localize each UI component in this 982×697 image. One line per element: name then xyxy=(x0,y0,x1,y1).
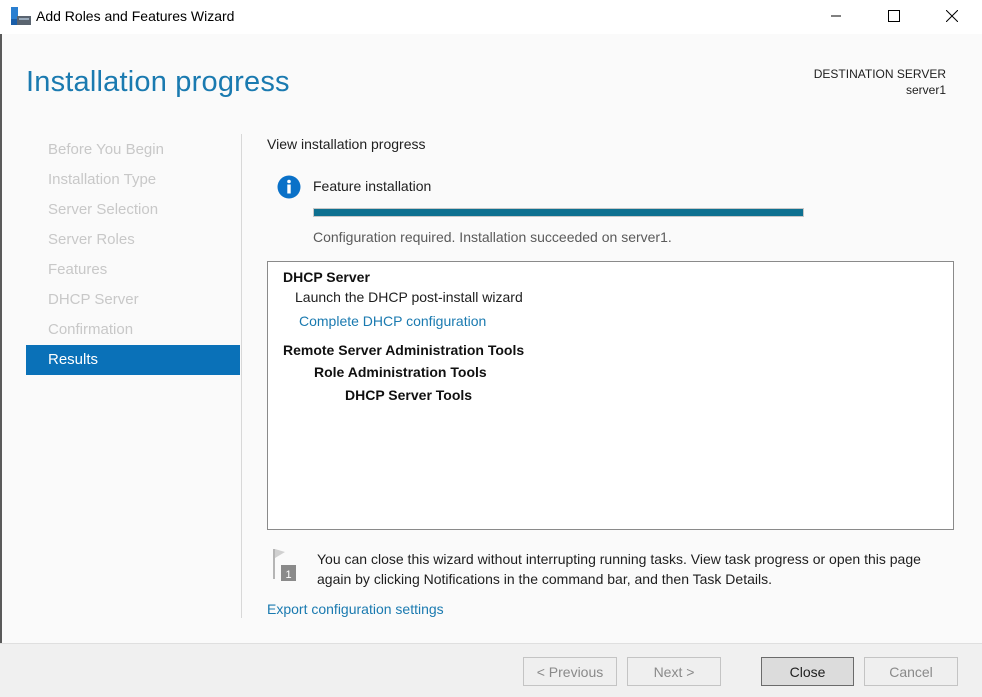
cancel-button[interactable]: Cancel xyxy=(864,657,958,686)
nav-item-installation-type: Installation Type xyxy=(48,171,157,188)
nav-item-before-you-begin: Before You Begin xyxy=(48,141,164,158)
minimize-icon xyxy=(831,15,841,17)
installation-progress-bar xyxy=(313,208,804,217)
progress-fill xyxy=(314,209,803,216)
window-edge xyxy=(0,34,2,697)
export-configuration-link[interactable]: Export configuration settings xyxy=(267,601,444,617)
results-list: DHCP Server Launch the DHCP post-install… xyxy=(267,261,954,530)
destination-server-name: server1 xyxy=(905,83,946,97)
title-bar: Add Roles and Features Wizard xyxy=(0,0,982,34)
maximize-button[interactable] xyxy=(871,0,917,32)
result-dhcp-server-tools: DHCP Server Tools xyxy=(345,387,473,403)
close-icon xyxy=(946,10,958,22)
destination-label: DESTINATION SERVER xyxy=(813,67,946,81)
info-icon xyxy=(277,175,301,199)
previous-button[interactable]: < Previous xyxy=(523,657,617,686)
nav-item-server-roles: Server Roles xyxy=(48,231,135,248)
nav-item-features: Features xyxy=(48,261,108,278)
server-manager-icon xyxy=(11,7,31,25)
next-button[interactable]: Next > xyxy=(627,657,721,686)
wizard-nav: Before You Begin Installation Type Serve… xyxy=(26,135,240,375)
close-window-button[interactable] xyxy=(929,0,975,32)
close-wizard-notice: You can close this wizard without interr… xyxy=(317,551,921,587)
result-role-admin-tools: Role Administration Tools xyxy=(314,364,487,380)
page-title: Installation progress xyxy=(26,66,290,98)
complete-dhcp-configuration-link[interactable]: Complete DHCP configuration xyxy=(299,313,486,329)
nav-item-confirmation: Confirmation xyxy=(48,321,134,338)
result-dhcp-server: DHCP Server xyxy=(283,269,370,285)
notification-flag-icon: 1 xyxy=(273,549,296,581)
minimize-button[interactable] xyxy=(813,0,859,32)
result-dhcp-desc: Launch the DHCP post-install wizard xyxy=(295,289,523,305)
maximize-icon xyxy=(888,10,900,22)
window-title: Add Roles and Features Wizard xyxy=(36,8,235,24)
destination-server: DESTINATION SERVER server1 xyxy=(814,66,946,98)
nav-item-dhcp-server: DHCP Server xyxy=(48,291,139,308)
installation-status: Configuration required. Installation suc… xyxy=(313,229,672,245)
feature-installation-label: Feature installation xyxy=(313,178,432,194)
section-heading: View installation progress xyxy=(267,136,426,152)
close-button[interactable]: Close xyxy=(761,657,854,686)
nav-divider xyxy=(241,134,242,618)
notification-badge: 1 xyxy=(285,569,291,581)
result-rsat: Remote Server Administration Tools xyxy=(283,342,525,358)
nav-item-server-selection: Server Selection xyxy=(48,201,159,218)
nav-item-results[interactable]: Results xyxy=(26,345,240,375)
